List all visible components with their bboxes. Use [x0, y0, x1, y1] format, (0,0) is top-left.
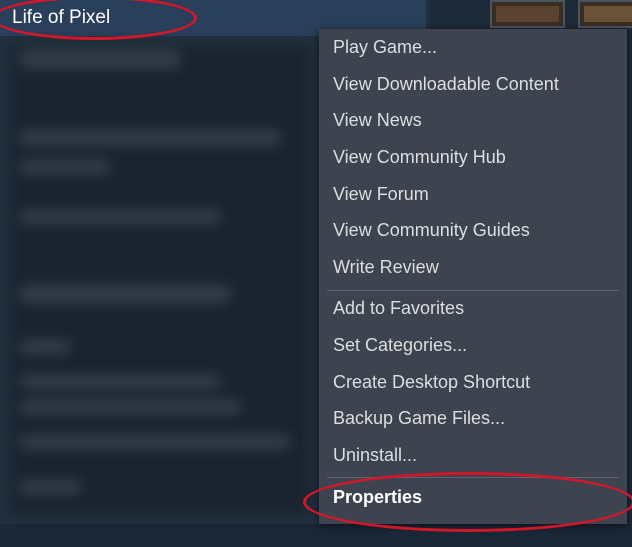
menu-item-view-forum[interactable]: View Forum	[333, 179, 429, 209]
menu-item-uninstall[interactable]: Uninstall...	[333, 440, 417, 470]
menu-item-write-review[interactable]: Write Review	[333, 252, 439, 282]
context-menu: Play Game... View Downloadable Content V…	[319, 29, 627, 524]
blurred-text	[20, 340, 70, 354]
menu-item-community-hub[interactable]: View Community Hub	[333, 142, 506, 172]
blurred-text	[20, 375, 220, 389]
menu-separator	[327, 290, 619, 291]
blurred-text	[20, 435, 290, 449]
menu-item-backup-files[interactable]: Backup Game Files...	[333, 403, 505, 433]
game-thumbnail[interactable]	[490, 0, 565, 28]
blurred-text	[20, 210, 220, 224]
thumbnail-image	[584, 6, 632, 22]
blurred-text	[20, 50, 180, 68]
menu-item-view-news[interactable]: View News	[333, 105, 422, 135]
blurred-text	[20, 480, 80, 494]
game-thumbnail[interactable]	[578, 0, 632, 28]
highlight-ring-properties	[303, 472, 632, 532]
menu-item-add-favorites[interactable]: Add to Favorites	[333, 293, 464, 323]
blurred-text	[20, 160, 110, 174]
menu-item-set-categories[interactable]: Set Categories...	[333, 330, 467, 360]
menu-item-desktop-shortcut[interactable]: Create Desktop Shortcut	[333, 367, 530, 397]
thumbnail-image	[496, 6, 559, 22]
menu-item-view-dlc[interactable]: View Downloadable Content	[333, 69, 559, 99]
steam-library-window: Life of Pixel Play Game... View Download…	[0, 0, 632, 547]
blurred-text	[20, 400, 240, 414]
blurred-text	[20, 285, 230, 303]
menu-item-play-game[interactable]: Play Game...	[333, 32, 437, 62]
menu-item-community-guides[interactable]: View Community Guides	[333, 215, 530, 245]
blurred-text	[20, 130, 280, 146]
